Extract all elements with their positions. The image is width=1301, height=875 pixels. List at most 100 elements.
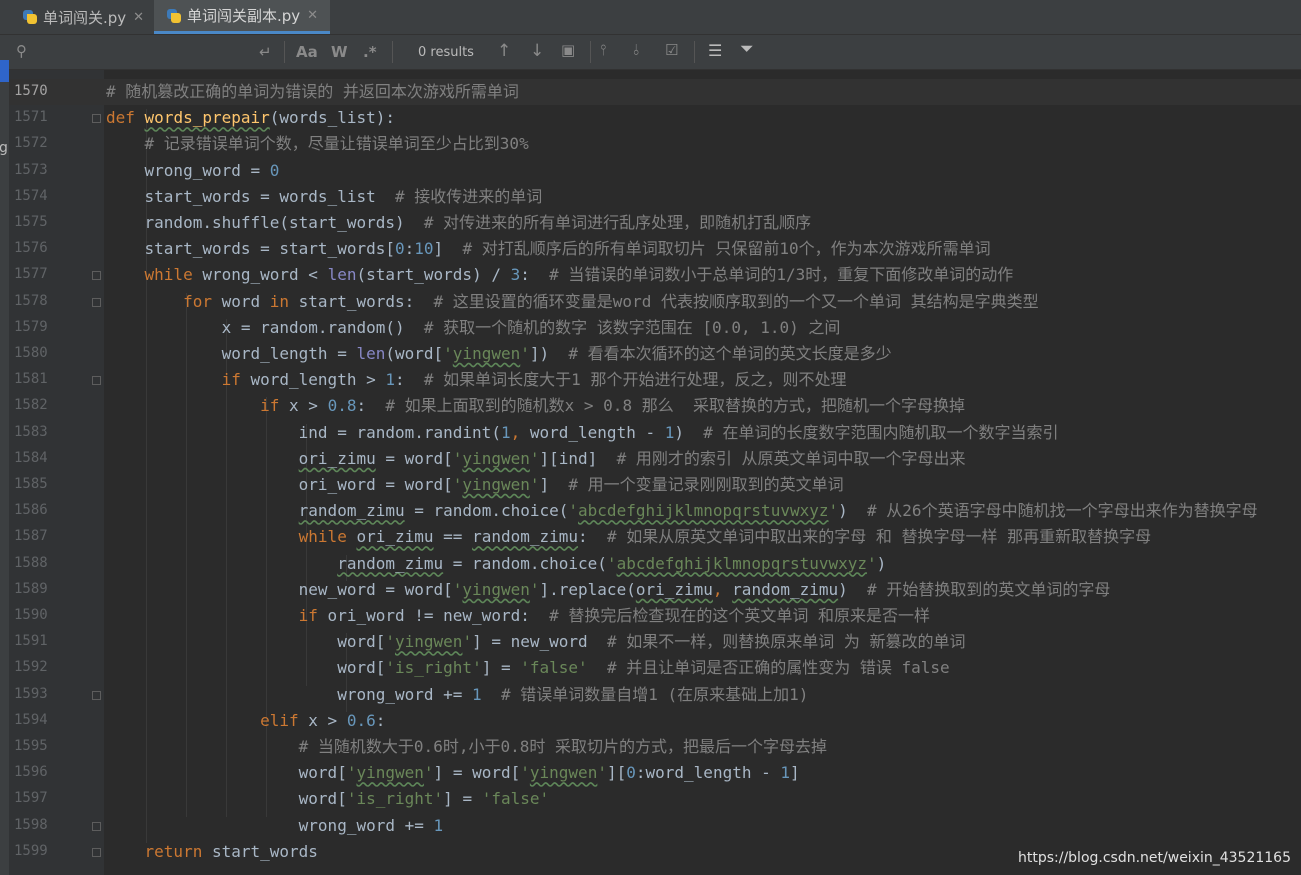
search-input[interactable]: ⚲ xyxy=(10,37,280,67)
line-number[interactable]: 1587 xyxy=(14,528,59,544)
code-line[interactable]: if ori_word != new_word: # 替换完后检查现在的这个英文… xyxy=(106,603,930,629)
code-line[interactable]: wrong_word = 0 xyxy=(106,158,280,184)
code-line[interactable]: wrong_word += 1 xyxy=(106,813,444,839)
code-line[interactable]: random.shuffle(start_words) # 对传进来的所有单词进… xyxy=(106,210,812,236)
divider xyxy=(694,41,695,63)
pin-options-icon[interactable]: ☰ xyxy=(708,41,722,60)
line-number[interactable]: 1589 xyxy=(14,581,59,597)
tab-label: 单词闯关副本.py xyxy=(187,7,301,25)
code-line[interactable]: # 当随机数大于0.6时,小于0.8时 采取切片的方式，把最后一个字母去掉 xyxy=(106,734,827,760)
close-tab-icon[interactable]: ✕ xyxy=(307,8,318,23)
code-line[interactable]: start_words = start_words[0:10] # 对打乱顺序后… xyxy=(106,236,991,262)
line-number[interactable]: 1571 xyxy=(14,109,59,125)
match-case-toggle[interactable]: Aa xyxy=(296,43,318,61)
search-results-count: 0 results xyxy=(418,45,474,60)
select-all-occurrences-icon[interactable]: ☑ xyxy=(665,41,678,59)
code-line[interactable]: wrong_word += 1 # 错误单词数量自增1 (在原来基础上加1) xyxy=(106,682,808,708)
code-line[interactable]: elif x > 0.6: xyxy=(106,708,385,734)
line-number[interactable]: 1582 xyxy=(14,397,59,413)
divider xyxy=(590,41,591,63)
search-icon[interactable]: ⚲ xyxy=(16,42,27,60)
code-line[interactable]: random_zimu = random.choice('abcdefghijk… xyxy=(106,551,886,577)
line-number[interactable]: 1575 xyxy=(14,214,59,230)
code-line[interactable]: return start_words xyxy=(106,839,318,865)
line-number[interactable]: 1570 xyxy=(14,83,59,99)
code-line[interactable]: word['yingwen'] = new_word # 如果不一样，则替换原来… xyxy=(106,629,965,655)
code-line[interactable]: def words_prepair(words_list): xyxy=(106,105,395,131)
close-tab-icon[interactable]: ✕ xyxy=(133,10,144,25)
code-line[interactable]: start_words = words_list # 接收传进来的单词 xyxy=(106,184,543,210)
code-line[interactable]: ori_word = word['yingwen'] # 用一个变量记录刚刚取到… xyxy=(106,472,844,498)
regex-toggle[interactable]: .* xyxy=(363,43,377,61)
words-toggle[interactable]: W xyxy=(331,43,348,61)
code-line[interactable]: word['is_right'] = 'false' xyxy=(106,786,550,812)
code-line[interactable]: ind = random.randint(1, word_length - 1)… xyxy=(106,420,1059,446)
line-number[interactable]: 1577 xyxy=(14,266,59,282)
new-line-icon[interactable]: ↵ xyxy=(259,43,272,61)
line-number[interactable]: 1572 xyxy=(14,135,59,151)
fold-marker-icon[interactable] xyxy=(92,376,101,386)
divider xyxy=(392,41,393,63)
line-number[interactable]: 1592 xyxy=(14,659,59,675)
add-occurrence-icon[interactable]: ⫯ xyxy=(600,41,607,59)
line-number[interactable]: 1596 xyxy=(14,764,59,780)
code-line[interactable]: random_zimu = random.choice('abcdefghijk… xyxy=(106,498,1258,524)
line-number[interactable]: 1595 xyxy=(14,738,59,754)
line-number[interactable]: 1584 xyxy=(14,450,59,466)
code-line[interactable]: new_word = word['yingwen'].replace(ori_z… xyxy=(106,577,1111,603)
line-number[interactable]: 1574 xyxy=(14,188,59,204)
project-panel-edge: g xyxy=(0,60,9,875)
fold-marker-icon[interactable] xyxy=(92,271,101,281)
editor-tab-bar: 单词闯关.py ✕ 单词闯关副本.py ✕ xyxy=(0,0,1301,35)
tab-label: 单词闯关.py xyxy=(43,8,127,27)
line-number[interactable]: 1580 xyxy=(14,345,59,361)
line-number[interactable]: 1594 xyxy=(14,712,59,728)
line-number[interactable]: 1591 xyxy=(14,633,59,649)
line-number[interactable]: 1598 xyxy=(14,817,59,833)
code-line[interactable]: word['yingwen'] = word['yingwen'][0:word… xyxy=(106,760,800,786)
line-number[interactable]: 1583 xyxy=(14,424,59,440)
python-file-icon xyxy=(22,9,38,25)
line-number[interactable]: 1597 xyxy=(14,790,59,806)
line-number[interactable]: 1593 xyxy=(14,686,59,702)
tab-word-game-copy[interactable]: 单词闯关副本.py ✕ xyxy=(154,0,330,34)
code-line[interactable]: if x > 0.8: # 如果上面取到的随机数x > 0.8 那么 采取替换的… xyxy=(106,393,965,419)
line-number[interactable]: 1586 xyxy=(14,502,59,518)
watermark: https://blog.csdn.net/weixin_43521165 xyxy=(1017,850,1291,866)
fold-marker-icon[interactable] xyxy=(92,847,101,857)
selection-marker xyxy=(0,60,9,82)
fold-marker-icon[interactable] xyxy=(92,821,101,831)
fold-marker-icon[interactable] xyxy=(92,690,101,700)
code-line[interactable]: for word in start_words: # 这里设置的循环变量是wor… xyxy=(106,289,1039,315)
python-file-icon xyxy=(166,8,182,24)
filter-icon[interactable]: ⏷ xyxy=(740,39,754,59)
line-number[interactable]: 1590 xyxy=(14,607,59,623)
truncated-panel-text: g xyxy=(0,140,8,156)
filter-window-icon[interactable]: ▣ xyxy=(561,41,575,59)
fold-marker-icon[interactable] xyxy=(92,114,101,124)
code-line[interactable]: # 记录错误单词个数，尽量让错误单词至少占比到30% xyxy=(106,131,529,157)
code-line[interactable]: ori_zimu = word['yingwen'][ind] # 用刚才的索引… xyxy=(106,446,966,472)
code-line[interactable]: # 随机篡改正确的单词为错误的 并返回本次游戏所需单词 xyxy=(106,79,519,105)
line-number[interactable]: 1573 xyxy=(14,162,59,178)
line-number[interactable]: 1579 xyxy=(14,319,59,335)
remove-occurrence-icon[interactable]: ⫰ xyxy=(633,41,640,59)
tab-word-game[interactable]: 单词闯关.py ✕ xyxy=(0,0,153,34)
line-number[interactable]: 1581 xyxy=(14,371,59,387)
line-number[interactable]: 1576 xyxy=(14,240,59,256)
code-line[interactable]: while wrong_word < len(start_words) / 3:… xyxy=(106,262,1014,288)
line-number[interactable]: 1588 xyxy=(14,555,59,571)
code-line[interactable]: while ori_zimu == random_zimu: # 如果从原英文单… xyxy=(106,524,1151,550)
divider xyxy=(284,41,285,63)
code-line[interactable]: x = random.random() # 获取一个随机的数字 该数字范围在 [… xyxy=(106,315,841,341)
code-line[interactable]: word['is_right'] = 'false' # 并且让单词是否正确的属… xyxy=(106,655,949,681)
code-line[interactable]: word_length = len(word['yingwen']) # 看看本… xyxy=(106,341,892,367)
next-occurrence-icon[interactable]: ↓ xyxy=(530,41,544,61)
previous-occurrence-icon[interactable]: ↑ xyxy=(497,41,511,61)
find-bar: ⚲ ↵ Aa W .* 0 results ↑ ↓ ▣ ⫯ ⫰ ☑ ☰ ⏷ xyxy=(0,35,1301,70)
line-number[interactable]: 1578 xyxy=(14,293,59,309)
fold-marker-icon[interactable] xyxy=(92,297,101,307)
line-number[interactable]: 1599 xyxy=(14,843,59,859)
code-line[interactable]: if word_length > 1: # 如果单词长度大于1 那个开始进行处理… xyxy=(106,367,847,393)
line-number[interactable]: 1585 xyxy=(14,476,59,492)
